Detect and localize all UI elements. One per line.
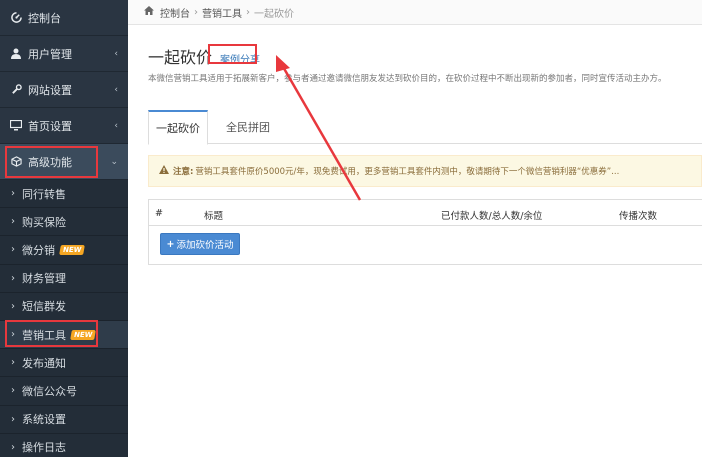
column-header-participants: 已付款人数/总人数/余位 <box>441 211 543 222</box>
chevron-right-icon: › <box>11 188 15 200</box>
tab-bar: 一起砍价 全民拼团 <box>148 110 702 145</box>
submenu-item-wechat[interactable]: › 微信公众号 <box>0 377 128 406</box>
column-header-index: # <box>155 208 163 219</box>
add-button-label: 添加砍价活动 <box>176 240 234 251</box>
breadcrumb: 控制台 › 营销工具 › 一起砍价 <box>128 0 702 25</box>
sidebar-item-site-settings[interactable]: 网站设置 ‹ <box>0 72 128 108</box>
new-badge: NEW <box>70 329 97 340</box>
submenu-label: 发布通知 <box>22 356 66 370</box>
submenu-item-insurance[interactable]: › 购买保险 <box>0 208 128 237</box>
sidebar-item-users[interactable]: 用户管理 ‹ <box>0 36 128 72</box>
tab-group-buy[interactable]: 全民拼团 <box>216 110 280 144</box>
chevron-right-icon: › <box>11 216 15 228</box>
submenu-item-distribution[interactable]: › 微分销 NEW <box>0 236 128 265</box>
submenu-label: 微信公众号 <box>22 384 77 398</box>
case-share-link[interactable]: 案例分享 <box>220 51 260 66</box>
submenu-label: 同行转售 <box>22 187 66 201</box>
submenu-label: 短信群发 <box>22 300 66 314</box>
new-badge: NEW <box>59 244 86 255</box>
chevron-right-icon: › <box>11 441 15 453</box>
chevron-down-icon: ⌄ <box>110 156 118 167</box>
chevron-right-icon: › <box>11 300 15 312</box>
sidebar-item-advanced[interactable]: 高级功能 ⌄ <box>0 144 128 180</box>
page-header: 一起砍价 案例分享 <box>148 44 260 68</box>
chevron-left-icon: ‹ <box>114 84 118 95</box>
alert-text: 营销工具套件原价5000元/年，现免费试用，更多营销工具套件内测中，敬请期待下一… <box>195 167 620 177</box>
breadcrumb-link-marketing[interactable]: 营销工具 <box>202 5 242 20</box>
page-title: 一起砍价 <box>148 48 213 67</box>
chevron-right-icon: › <box>11 329 15 341</box>
activity-table: # 标题 已付款人数/总人数/余位 传播次数 + 添加砍价活动 <box>148 199 702 265</box>
breadcrumb-separator: › <box>194 6 198 18</box>
monitor-icon <box>9 120 23 131</box>
warning-alert: 注意: 营销工具套件原价5000元/年，现免费试用，更多营销工具套件内测中，敬请… <box>148 155 702 187</box>
column-header-title: 标题 <box>204 211 224 222</box>
sidebar-item-label: 高级功能 <box>28 155 72 169</box>
breadcrumb-link-dashboard[interactable]: 控制台 <box>160 5 190 20</box>
tab-bargain[interactable]: 一起砍价 <box>148 110 208 145</box>
submenu-label: 财务管理 <box>22 272 66 286</box>
sidebar-submenu: › 同行转售 › 购买保险 › 微分销 NEW › 财务管理 › 短信群发 › 营销工具 NEW… <box>0 180 128 457</box>
sidebar-item-label: 控制台 <box>28 11 61 25</box>
sidebar-item-label: 网站设置 <box>28 83 72 97</box>
submenu-item-notice[interactable]: › 发布通知 <box>0 349 128 378</box>
chevron-right-icon: › <box>11 357 15 369</box>
chevron-left-icon: ‹ <box>114 48 118 59</box>
chevron-right-icon: › <box>11 244 15 256</box>
sidebar-item-dashboard[interactable]: 控制台 <box>0 0 128 36</box>
dashboard-icon <box>9 12 23 23</box>
chevron-right-icon: › <box>11 272 15 284</box>
submenu-label: 购买保险 <box>22 215 66 229</box>
sidebar-item-home-settings[interactable]: 首页设置 ‹ <box>0 108 128 144</box>
submenu-item-logs[interactable]: › 操作日志 <box>0 434 128 457</box>
sidebar: 控制台 用户管理 ‹ 网站设置 ‹ 首页设置 ‹ 高级功能 ⌄ › 同行转售 › 购… <box>0 0 128 457</box>
chevron-right-icon: › <box>11 385 15 397</box>
warning-icon <box>159 165 169 177</box>
page-description: 本微信营销工具适用于拓展新客户，参与者通过邀请微信朋友发达到砍价目的，在砍价过程… <box>148 74 667 84</box>
submenu-item-sms[interactable]: › 短信群发 <box>0 293 128 321</box>
submenu-item-system[interactable]: › 系统设置 <box>0 406 128 434</box>
alert-strong: 注意: <box>173 167 194 177</box>
chevron-right-icon: › <box>11 413 15 425</box>
table-header: # 标题 已付款人数/总人数/余位 传播次数 <box>149 200 702 226</box>
sidebar-item-label: 用户管理 <box>28 47 72 61</box>
cube-icon <box>9 156 23 167</box>
wrench-icon <box>9 84 23 95</box>
submenu-label: 营销工具 <box>22 328 66 342</box>
plus-icon: + <box>166 238 175 250</box>
chevron-left-icon: ‹ <box>114 120 118 131</box>
add-bargain-button[interactable]: + 添加砍价活动 <box>160 233 240 255</box>
submenu-label: 系统设置 <box>22 413 66 427</box>
submenu-label: 操作日志 <box>22 441 66 455</box>
breadcrumb-separator: › <box>246 6 250 18</box>
home-icon[interactable] <box>144 6 154 18</box>
submenu-item-marketing[interactable]: › 营销工具 NEW <box>0 320 128 350</box>
submenu-item-finance[interactable]: › 财务管理 <box>0 265 128 293</box>
submenu-label: 微分销 <box>22 243 55 257</box>
submenu-item-resale[interactable]: › 同行转售 <box>0 180 128 209</box>
breadcrumb-current: 一起砍价 <box>254 8 294 20</box>
main-content: 控制台 › 营销工具 › 一起砍价 一起砍价 案例分享 本微信营销工具适用于拓展… <box>128 0 702 457</box>
sidebar-item-label: 首页设置 <box>28 119 72 133</box>
user-icon <box>9 48 23 59</box>
column-header-shares: 传播次数 <box>619 211 658 222</box>
